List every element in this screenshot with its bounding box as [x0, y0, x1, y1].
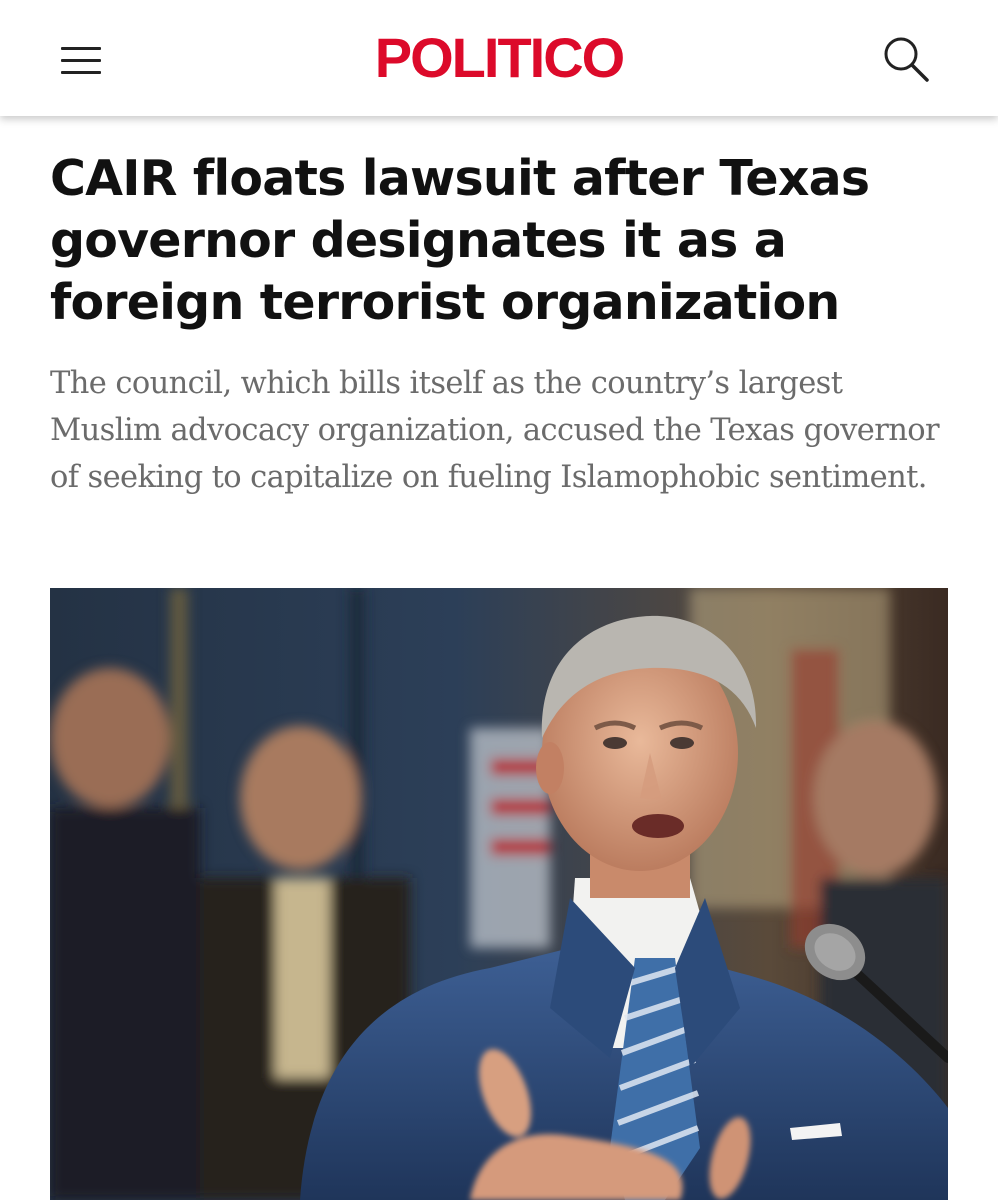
site-logo-wrapper: POLITICO	[0, 26, 998, 90]
search-button[interactable]	[878, 32, 934, 88]
menu-button[interactable]	[58, 42, 104, 78]
search-icon	[884, 37, 929, 82]
politico-logo[interactable]: POLITICO	[375, 26, 625, 89]
hero-photo-illustration	[50, 588, 948, 1200]
site-header: POLITICO	[0, 0, 998, 116]
article-headline: CAIR floats lawsuit after Texas governor…	[50, 150, 870, 331]
article-dek: The council, which bills itself as the c…	[50, 366, 940, 495]
article-hero-photo	[50, 588, 948, 1200]
